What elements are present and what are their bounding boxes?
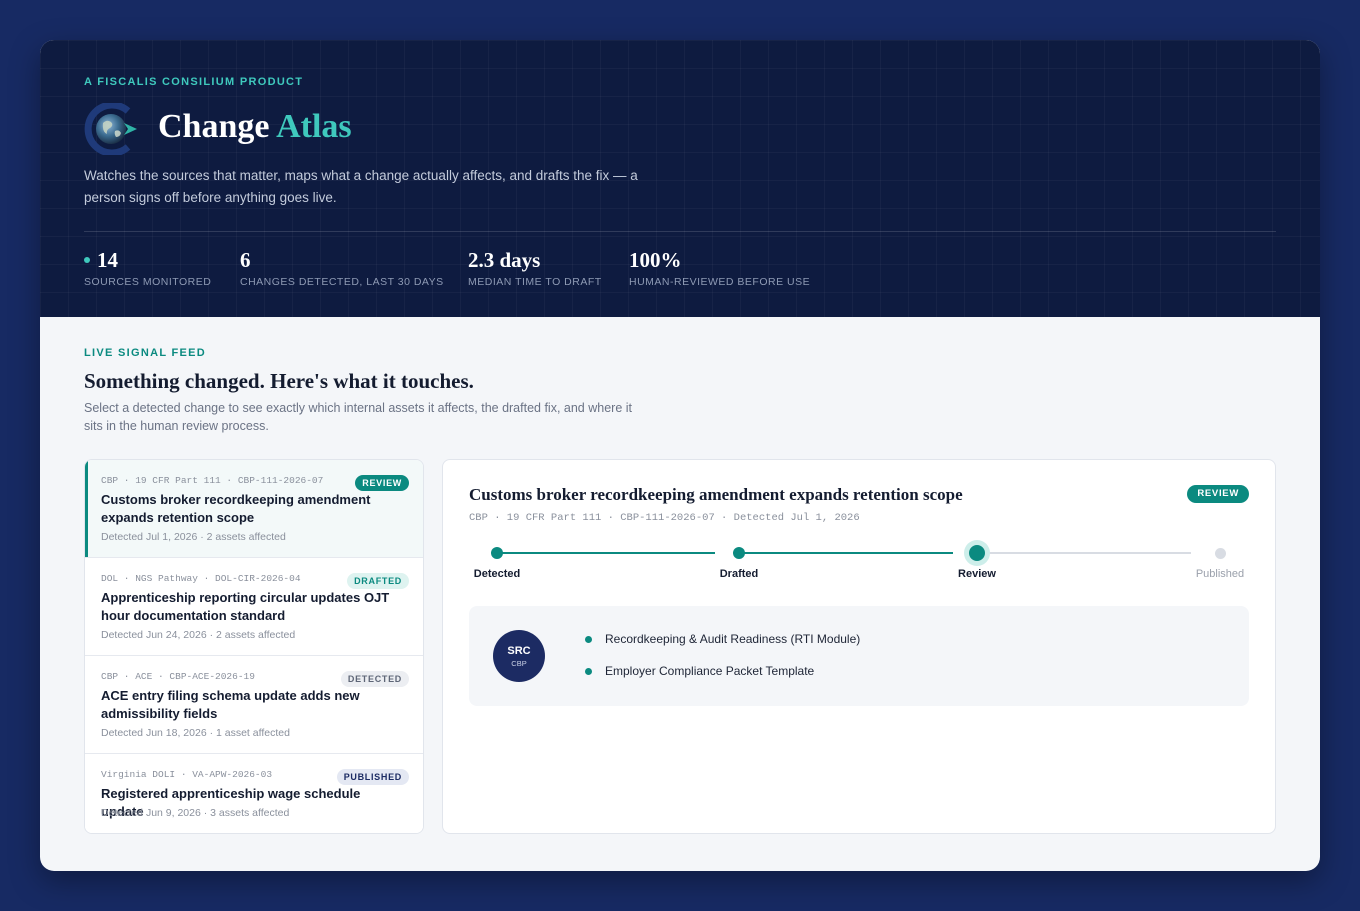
feed-item-meta: Virginia DOLI · VA-APW-2026-03 (101, 769, 273, 780)
status-badge: DRAFTED (347, 573, 409, 589)
bullet-icon (585, 667, 592, 675)
detail-meta: CBP · 19 CFR Part 111 · CBP-111-2026-07 … (469, 512, 860, 524)
feed-item-title: ACE entry filing schema update adds new … (101, 688, 360, 721)
app-card: A FISCALIS CONSILIUM PRODUCT Change Atla… (40, 40, 1320, 871)
feed-item-detected: Detected Jul 1, 2026 · 2 assets affected (101, 531, 286, 543)
feed-item-meta: CBP · 19 CFR Part 111 · CBP-111-2026-07 (101, 475, 324, 486)
detail-title: Customs broker recordkeeping amendment e… (469, 485, 963, 504)
hero-divider (84, 231, 1276, 232)
app-title-accent: Atlas (276, 108, 352, 145)
source-avatar-top: SRC (507, 645, 531, 657)
step-label: Drafted (719, 568, 759, 580)
step-published: Published (1180, 540, 1260, 580)
stat-label: SOURCES MONITORED (84, 276, 212, 288)
step-review: Review (937, 540, 1017, 580)
feed-item-meta: CBP · ACE · CBP-ACE-2026-19 (101, 671, 255, 682)
stat-value: 2.3 days (468, 248, 541, 272)
hero-description: Watches the sources that matter, maps wh… (84, 168, 638, 205)
hero-header: A FISCALIS CONSILIUM PRODUCT Change Atla… (40, 40, 1320, 317)
stat-value: 6 (240, 248, 251, 272)
feed-item[interactable]: DOL · NGS Pathway · DOL-CIR-2026-04 DRAF… (85, 558, 423, 656)
signal-feed-list: CBP · 19 CFR Part 111 · CBP-111-2026-07 … (84, 459, 424, 834)
section-title: Something changed. Here's what it touche… (84, 369, 474, 393)
section-eyebrow: LIVE SIGNAL FEED (84, 347, 207, 359)
feed-item[interactable]: CBP · ACE · CBP-ACE-2026-19 DETECTED ACE… (85, 656, 423, 754)
globe-arrow-icon (84, 103, 137, 155)
affected-asset-item[interactable]: Employer Compliance Packet Template (585, 664, 814, 678)
feed-item-meta: DOL · NGS Pathway · DOL-CIR-2026-04 (101, 573, 301, 584)
status-badge: PUBLISHED (336, 769, 409, 785)
asset-label: Recordkeeping & Audit Readiness (RTI Mod… (605, 632, 861, 646)
feed-item[interactable]: Virginia DOLI · VA-APW-2026-03 PUBLISHED… (85, 754, 423, 833)
step-complete-icon (491, 547, 503, 559)
feed-item-detected: Detected Jun 9, 2026 · 3 assets affected (101, 807, 290, 819)
stat-value: 14 (97, 248, 118, 272)
feed-item-title: Apprenticeship reporting circular update… (101, 590, 390, 623)
feed-item-detected: Detected Jun 18, 2026 · 1 asset affected (101, 727, 290, 739)
status-badge: REVIEW (355, 475, 409, 491)
step-current-icon (969, 545, 985, 561)
review-progress-tracker: Detected Drafted Review Published (469, 540, 1249, 590)
stat-label: HUMAN-REVIEWED BEFORE USE (629, 276, 811, 288)
step-drafted: Drafted (699, 540, 779, 580)
stat-value: 100% (629, 248, 682, 272)
step-detected: Detected (457, 540, 537, 580)
stat-sources: 14 SOURCES MONITORED (84, 247, 211, 288)
feed-item-selected[interactable]: CBP · 19 CFR Part 111 · CBP-111-2026-07 … (85, 460, 423, 558)
step-complete-icon (733, 547, 745, 559)
product-eyebrow: A FISCALIS CONSILIUM PRODUCT (84, 76, 304, 88)
bullet-icon (585, 635, 592, 643)
source-avatar: SRC CBP (493, 630, 545, 682)
section-description: Select a detected change to see exactly … (84, 401, 632, 433)
detail-status-badge: REVIEW (1187, 485, 1249, 503)
stat-label: MEDIAN TIME TO DRAFT (468, 276, 602, 288)
stat-median-time: 2.3 days MEDIAN TIME TO DRAFT (468, 247, 602, 288)
live-indicator-icon (84, 257, 90, 263)
step-label: Published (1195, 568, 1245, 580)
app-title: Change Atlas (158, 108, 352, 146)
status-badge: DETECTED (340, 671, 409, 687)
stat-label: CHANGES DETECTED, LAST 30 DAYS (240, 276, 444, 288)
asset-label: Employer Compliance Packet Template (605, 664, 815, 678)
change-detail-panel: Customs broker recordkeeping amendment e… (442, 459, 1276, 834)
affected-assets-box: SRC CBP Recordkeeping & Audit Readiness … (469, 606, 1249, 706)
stat-human-reviewed: 100% HUMAN-REVIEWED BEFORE USE (629, 247, 810, 288)
app-title-main: Change (158, 108, 270, 145)
affected-asset-item[interactable]: Recordkeeping & Audit Readiness (RTI Mod… (585, 632, 860, 646)
step-pending-icon (1214, 547, 1226, 559)
step-label: Review (958, 568, 996, 580)
feed-item-title: Customs broker recordkeeping amendment e… (101, 492, 371, 525)
stat-changes: 6 CHANGES DETECTED, LAST 30 DAYS (240, 247, 444, 288)
source-avatar-bottom: CBP (511, 659, 527, 668)
step-label: Detected (473, 568, 521, 580)
feed-item-detected: Detected Jun 24, 2026 · 2 assets affecte… (101, 629, 296, 641)
